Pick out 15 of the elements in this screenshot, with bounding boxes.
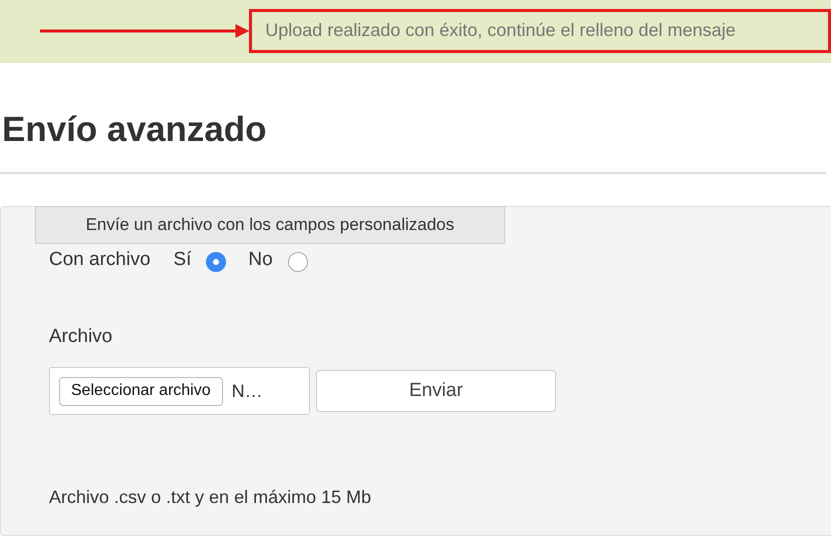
hint-text: Archivo .csv o .txt y en el máximo 15 Mb (49, 487, 372, 508)
option-label: No (248, 249, 273, 271)
send-button[interactable]: Enviar (316, 370, 556, 412)
choose-file-button[interactable]: Seleccionar archivo (59, 376, 223, 406)
radio-button[interactable] (288, 252, 308, 272)
file-input[interactable]: Seleccionar archivo N… (49, 367, 310, 415)
arrow-icon (40, 24, 250, 38)
success-message: Upload realizado con éxito, continúe el relleno del mensaje (249, 8, 831, 52)
option-label: Sí (173, 249, 192, 271)
page-title: Envío avanzado (2, 110, 268, 150)
field-label: Con archivo (49, 249, 150, 271)
radio-button[interactable] (206, 252, 226, 272)
file-name: N… (232, 380, 263, 402)
section-legend: Envíe un archivo con los campos personalizados (35, 206, 505, 244)
field-label: Archivo (49, 326, 114, 348)
